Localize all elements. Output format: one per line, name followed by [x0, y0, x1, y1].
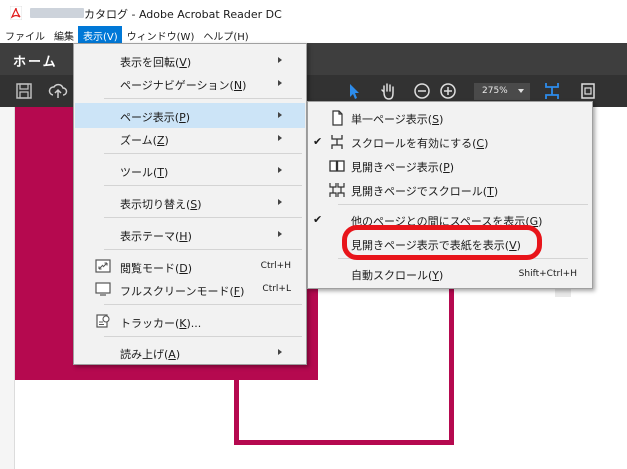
- menu-separator: [104, 304, 302, 305]
- full-screen-icon: [95, 282, 111, 296]
- zoom-level-select[interactable]: 275%: [474, 83, 530, 100]
- menu-item-zoom[interactable]: ズーム(Z): [75, 126, 305, 151]
- menu-separator: [338, 204, 588, 205]
- menu-shortcut: Ctrl+L: [262, 284, 291, 294]
- menu-file[interactable]: ファイル: [0, 26, 49, 43]
- menu-window[interactable]: ウィンドウ(W): [122, 26, 199, 43]
- two-page-scroll-icon: [329, 183, 345, 197]
- acrobat-icon: [10, 6, 22, 20]
- chevron-down-icon: [518, 89, 524, 93]
- single-page-icon: [332, 110, 343, 126]
- menu-item-rotate-view[interactable]: 表示を回転(V): [75, 48, 305, 73]
- submenu-item-enable-scrolling[interactable]: ✔ スクロールを有効にする(C): [309, 130, 591, 154]
- menu-item-show-hide[interactable]: 表示切り替え(S): [75, 190, 305, 215]
- menu-shortcut: Ctrl+H: [260, 261, 291, 271]
- submenu-item-two-page-scrolling[interactable]: 見開きページでスクロール(T): [309, 178, 591, 202]
- menu-item-page-display[interactable]: ページ表示(P): [75, 103, 305, 128]
- menu-item-read-aloud[interactable]: 読み上げ(A): [75, 340, 305, 365]
- menu-item-tracker[interactable]: トラッカー(K)...: [75, 309, 305, 334]
- menu-edit[interactable]: 編集: [49, 26, 78, 43]
- scroll-icon: [331, 135, 343, 149]
- menu-item-display-theme[interactable]: 表示テーマ(H): [75, 222, 305, 247]
- submenu-arrow-icon: [278, 80, 282, 86]
- menu-item-full-screen-mode[interactable]: フルスクリーンモード(F) Ctrl+L: [75, 277, 305, 302]
- title-bar: カタログ - Adobe Acrobat Reader DC: [0, 0, 627, 26]
- red-annotation-highlight: [342, 225, 542, 260]
- scroll-mode-icon[interactable]: [542, 81, 562, 101]
- menu-view[interactable]: 表示(V): [78, 26, 122, 43]
- menu-separator: [104, 185, 302, 186]
- tracker-icon: [96, 314, 110, 328]
- two-page-icon: [329, 160, 345, 172]
- reading-mode-icon: [95, 259, 111, 273]
- upload-icon[interactable]: [48, 81, 68, 101]
- submenu-arrow-icon: [278, 57, 282, 63]
- left-panel-strip: [0, 107, 15, 469]
- window-title: カタログ - Adobe Acrobat Reader DC: [84, 8, 282, 21]
- menu-item-tools[interactable]: ツール(T): [75, 158, 305, 183]
- checkmark-icon: ✔: [313, 213, 323, 226]
- checkmark-icon: ✔: [313, 135, 323, 148]
- submenu-item-automatic-scrolling[interactable]: 自動スクロール(Y) Shift+Ctrl+H: [309, 262, 591, 286]
- hand-icon[interactable]: [378, 81, 398, 101]
- submenu-arrow-icon: [278, 112, 282, 118]
- submenu-item-two-page-view[interactable]: 見開きページ表示(P): [309, 154, 591, 178]
- zoom-level-value: 275%: [482, 86, 508, 96]
- submenu-arrow-icon: [278, 167, 282, 173]
- menu-separator: [104, 336, 302, 337]
- save-icon[interactable]: [14, 81, 34, 101]
- view-menu-dropdown: 表示を回転(V) ページナビゲーション(N) ページ表示(P) ズーム(Z) ツ…: [73, 43, 307, 365]
- redacted-filename: [30, 8, 84, 18]
- menu-shortcut: Shift+Ctrl+H: [518, 269, 577, 279]
- menu-separator: [104, 98, 302, 99]
- tab-home[interactable]: ホーム: [13, 51, 58, 70]
- submenu-arrow-icon: [278, 349, 282, 355]
- fit-page-icon[interactable]: [578, 81, 598, 101]
- submenu-arrow-icon: [278, 231, 282, 237]
- menu-help[interactable]: ヘルプ(H): [198, 26, 252, 43]
- menu-separator: [104, 249, 302, 250]
- submenu-arrow-icon: [278, 135, 282, 141]
- zoom-out-icon[interactable]: [412, 81, 432, 101]
- zoom-in-icon[interactable]: [438, 81, 458, 101]
- menu-separator: [104, 217, 302, 218]
- menu-bar: ファイル 編集 表示(V) ウィンドウ(W) ヘルプ(H): [0, 26, 627, 43]
- submenu-item-single-page[interactable]: 単一ページ表示(S): [309, 106, 591, 130]
- menu-separator: [104, 153, 302, 154]
- submenu-arrow-icon: [278, 199, 282, 205]
- select-arrow-icon[interactable]: [344, 81, 364, 101]
- page-display-submenu: 単一ページ表示(S) ✔ スクロールを有効にする(C) 見開きページ表示(P) …: [307, 101, 593, 289]
- menu-item-reading-mode[interactable]: 閲覧モード(D) Ctrl+H: [75, 254, 305, 279]
- menu-item-page-navigation[interactable]: ページナビゲーション(N): [75, 71, 305, 96]
